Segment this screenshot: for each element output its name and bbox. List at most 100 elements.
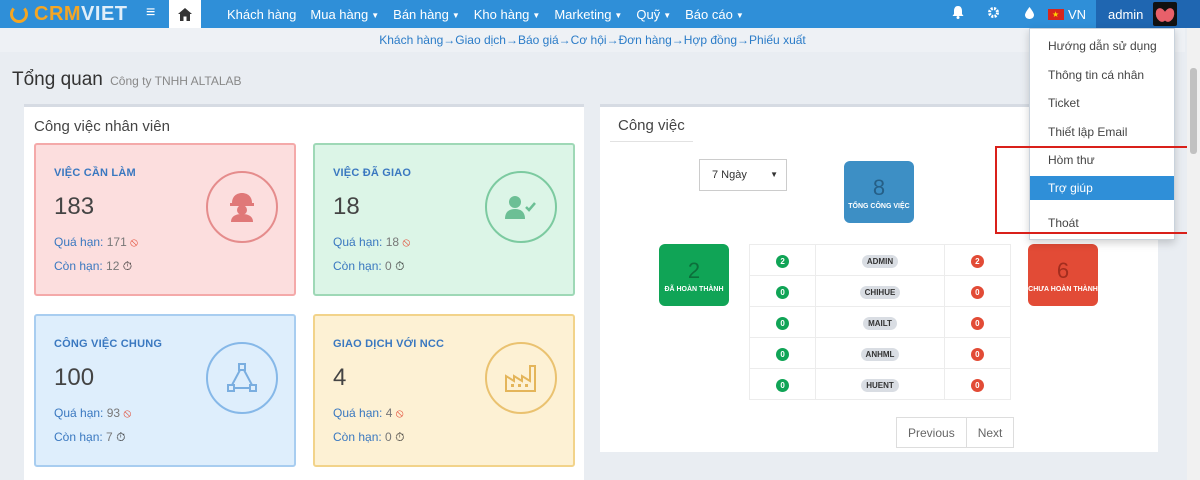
card-count: 100 [54,364,95,391]
navbar-right: VN admin [940,0,1200,28]
pending-badge[interactable]: 0 [970,286,984,299]
pagination: Previous Next [896,417,1015,448]
user-menu-toggle[interactable]: admin [1096,0,1200,28]
clock-icon: ⏱ [395,430,405,444]
card-count: 4 [333,364,347,391]
overdue-icon: ⦸ [123,406,132,420]
menu-item-email-settings[interactable]: Thiết lập Email [1030,120,1174,144]
clock-icon: ⏱ [116,430,126,444]
caret-down-icon: ▼ [371,10,380,20]
card-supplier[interactable]: GIAO DỊCH VỚI NCC 4 Quá hạn: 4 ⦸ Còn hạn… [313,314,575,467]
user-badge[interactable]: CHIHUE [859,286,901,299]
pending-badge[interactable]: 0 [970,348,984,361]
network-icon [206,342,278,414]
card-todo[interactable]: VIỆC CẦN LÀM 183 Quá hạn: 171 ⦸ Còn hạn:… [34,143,296,296]
overdue-icon: ⦸ [395,406,404,420]
table-row: 0 CHIHUE 0 [748,275,1012,307]
home-button[interactable] [169,0,201,28]
user-badge[interactable]: ADMIN [861,255,899,268]
caret-down-icon: ▼ [663,10,672,20]
gear-icon[interactable] [976,6,1012,22]
done-tasks-box[interactable]: 2 ĐÃ HOÀN THÀNH [659,244,729,306]
done-badge[interactable]: 0 [776,348,790,361]
top-navbar: CRM VIET ≡ Khách hàng Mua hàng ▼ Bán hàng ▼… [0,0,1200,28]
user-badge[interactable]: MAILT [863,317,897,330]
menu-item-ban-hang[interactable]: Bán hàng ▼ [393,7,460,22]
done-badge[interactable]: 0 [776,286,790,299]
caret-down-icon: ▼ [770,170,778,179]
page-scrollbar[interactable] [1187,28,1200,480]
card-label: VIỆC ĐÃ GIAO [333,167,412,179]
annotation-highlight-box [995,146,1200,234]
process-quicklinks[interactable]: Khách hàng→Giao dịch→Báo giá→Cơ hội→Đơn … [0,28,1185,52]
panel-title: Công việc nhân viên [34,118,170,135]
main-menu: Khách hàng Mua hàng ▼ Bán hàng ▼ Kho hàng ▼… [220,0,751,28]
home-icon [178,7,192,21]
pending-label: CHƯA HOÀN THÀNH [1028,286,1098,293]
caret-down-icon: ▼ [614,10,623,20]
done-badge[interactable]: 0 [776,317,790,330]
caret-down-icon: ▼ [532,10,541,20]
user-check-icon [485,171,557,243]
done-badge[interactable]: 0 [776,379,790,392]
clock-icon: ⏱ [395,259,405,273]
menu-item-profile[interactable]: Thông tin cá nhân [1030,63,1174,87]
droplet-icon[interactable] [1012,6,1048,22]
table-row: 0 ANHML 0 [748,337,1012,369]
worker-icon [206,171,278,243]
menu-item-user-guide[interactable]: Hướng dẫn sử dụng [1030,34,1174,58]
company-name: Công ty TNHH ALTALAB [110,74,242,88]
card-label: GIAO DỊCH VỚI NCC [333,338,445,350]
scrollbar-thumb[interactable] [1190,68,1197,154]
card-label: VIỆC CẦN LÀM [54,167,136,179]
caret-down-icon: ▼ [735,10,744,20]
logo-text: CRM [34,2,82,25]
card-common[interactable]: CÔNG VIỆC CHUNG 100 Quá hạn: 93 ⦸ Còn hạ… [34,314,296,467]
card-count: 18 [333,193,360,220]
total-tasks-box[interactable]: 8 TỔNG CÔNG VIỆC [844,161,914,223]
pending-badge[interactable]: 2 [970,255,984,268]
menu-item-khach-hang[interactable]: Khách hàng [227,7,296,22]
pending-tasks-box[interactable]: 6 CHƯA HOÀN THÀNH [1028,244,1098,306]
logo-text-2: VIET [81,2,128,25]
crmviet-logo[interactable]: CRM VIET [10,0,128,28]
menu-item-bao-cao[interactable]: Báo cáo ▼ [685,7,744,22]
done-badge[interactable]: 2 [776,255,790,268]
pending-badge[interactable]: 0 [970,379,984,392]
menu-item-marketing[interactable]: Marketing ▼ [554,7,622,22]
user-tasks-table: 2 ADMIN 2 0 CHIHUE 0 0 MAILT 0 0 ANHML 0… [748,244,1012,400]
menu-item-quy[interactable]: Quỹ ▼ [636,7,671,22]
card-count: 183 [54,193,95,220]
caret-down-icon: ▼ [451,10,460,20]
menu-item-kho-hang[interactable]: Kho hàng ▼ [474,7,541,22]
overdue-icon: ⦸ [130,235,138,249]
bell-icon[interactable] [940,6,976,22]
total-count: 8 [872,175,886,200]
pending-badge[interactable]: 0 [970,317,984,330]
menu-item-ticket[interactable]: Ticket [1030,91,1174,115]
table-row: 2 ADMIN 2 [748,244,1012,276]
done-label: ĐÃ HOÀN THÀNH [664,286,724,293]
next-button[interactable]: Next [966,417,1015,448]
user-badge[interactable]: ANHML [860,348,900,361]
menu-item-mua-hang[interactable]: Mua hàng ▼ [310,7,379,22]
staff-tasks-panel: Công việc nhân viên VIỆC CẦN LÀM 183 Quá… [24,104,584,480]
done-count: 2 [687,258,701,283]
total-label: TỔNG CÔNG VIỆC [848,203,910,210]
hamburger-menu-icon[interactable]: ≡ [146,4,155,22]
page-title: Tổng quan Công ty TNHH ALTALAB [12,69,242,90]
panel-title: Công việc [610,117,693,142]
vietnam-flag-icon[interactable] [1047,8,1064,20]
card-assigned[interactable]: VIỆC ĐÃ GIAO 18 Quá hạn: 18 ⦸ Còn hạn: 0… [313,143,575,296]
factory-icon [485,342,557,414]
pending-count: 6 [1056,258,1070,283]
period-select[interactable]: 7 Ngày ▼ [699,159,787,191]
clock-icon: ⏱ [122,259,133,273]
overdue-icon: ⦸ [402,235,411,249]
user-badge[interactable]: HUENT [861,379,899,392]
avatar [1153,2,1178,26]
username: admin [1108,6,1144,22]
language-selector[interactable]: VN [1068,7,1086,22]
logo-ring-icon [10,5,28,23]
previous-button[interactable]: Previous [896,417,967,448]
